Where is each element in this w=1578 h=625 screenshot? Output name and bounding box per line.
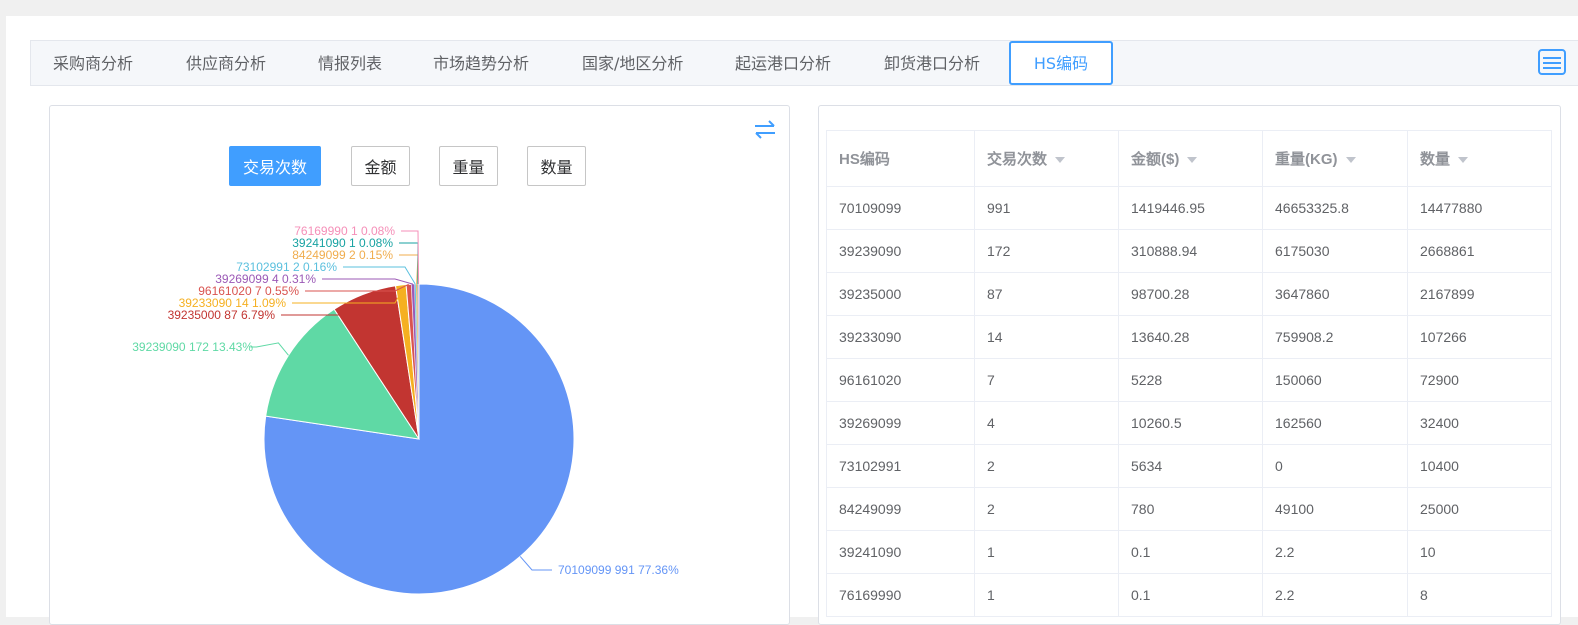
- cell-transactions: 14: [974, 315, 1119, 359]
- cell-amount: 5228: [1118, 358, 1263, 402]
- cell-amount: 98700.28: [1118, 272, 1263, 316]
- cell-amount: 10260.5: [1118, 401, 1263, 445]
- cell-weight: 0: [1262, 444, 1408, 488]
- cell-quantity: 107266: [1407, 315, 1552, 359]
- pie-label-39241090: 39241090 1 0.08%: [292, 236, 393, 250]
- tab-destination-port[interactable]: 卸货港口分析: [884, 41, 980, 86]
- sort-caret-icon[interactable]: [1458, 157, 1469, 164]
- cell-amount: 5634: [1118, 444, 1263, 488]
- cell-hs-code: 96161020: [826, 358, 975, 402]
- cell-hs-code: 73102991: [826, 444, 975, 488]
- cell-hs-code: 39235000: [826, 272, 975, 316]
- cell-amount: 0.1: [1118, 530, 1263, 574]
- cell-weight: 2.2: [1262, 530, 1408, 574]
- cell-transactions: 1: [974, 530, 1119, 574]
- cell-transactions: 2: [974, 487, 1119, 531]
- sort-caret-icon[interactable]: [1187, 157, 1198, 164]
- cell-weight: 6175030: [1262, 229, 1408, 273]
- hs-pie-chart: 70109099 991 77.36% 39239090 172 13.43% 39…: [132, 224, 679, 595]
- label-leader-line: [399, 242, 419, 285]
- cell-transactions: 4: [974, 401, 1119, 445]
- table-row[interactable]: 39269099 4 10260.5 162560 32400: [826, 401, 1552, 445]
- cell-hs-code: 84249099: [826, 487, 975, 531]
- menu-icon[interactable]: [1538, 49, 1566, 75]
- cell-quantity: 14477880: [1407, 186, 1552, 230]
- cell-weight: 46653325.8: [1262, 186, 1408, 230]
- table-row[interactable]: 76169990 1 0.1 2.2 8: [826, 573, 1552, 617]
- cell-hs-code: 39269099: [826, 401, 975, 445]
- column-header-amount[interactable]: 金额($): [1118, 130, 1263, 187]
- cell-weight: 2.2: [1262, 573, 1408, 617]
- table-row[interactable]: 84249099 2 780 49100 25000: [826, 487, 1552, 531]
- table-row[interactable]: 70109099 991 1419446.95 46653325.8 14477880: [826, 186, 1552, 230]
- table-row[interactable]: 73102991 2 5634 0 10400: [826, 444, 1552, 488]
- cell-amount: 0.1: [1118, 573, 1263, 617]
- cell-quantity: 32400: [1407, 401, 1552, 445]
- pie-label-39233090: 39233090 14 1.09%: [179, 296, 287, 310]
- table-row[interactable]: 39233090 14 13640.28 759908.2 107266: [826, 315, 1552, 359]
- sort-caret-icon[interactable]: [1055, 157, 1066, 164]
- label-leader-line: [401, 230, 420, 285]
- column-header-quantity[interactable]: 数量: [1407, 130, 1552, 187]
- cell-quantity: 72900: [1407, 358, 1552, 402]
- cell-transactions: 2: [974, 444, 1119, 488]
- cell-hs-code: 76169990: [826, 573, 975, 617]
- cell-weight: 49100: [1262, 487, 1408, 531]
- cell-weight: 3647860: [1262, 272, 1408, 316]
- cell-quantity: 8: [1407, 573, 1552, 617]
- hs-code-table: HS编码 交易次数 金额($) 重量(KG) 数量 70109099 991 141…: [826, 130, 1552, 617]
- table-row[interactable]: 39239090 172 310888.94 6175030 2668861: [826, 229, 1552, 273]
- pie-label-96161020: 96161020 7 0.55%: [198, 284, 299, 298]
- label-leader-line: [519, 556, 552, 571]
- label-leader-line: [322, 278, 414, 285]
- cell-amount: 13640.28: [1118, 315, 1263, 359]
- cell-transactions: 87: [974, 272, 1119, 316]
- cell-hs-code: 70109099: [826, 186, 975, 230]
- cell-weight: 162560: [1262, 401, 1408, 445]
- table-row[interactable]: 96161020 7 5228 150060 72900: [826, 358, 1552, 402]
- cell-transactions: 172: [974, 229, 1119, 273]
- pie-label-76169990: 76169990 1 0.08%: [294, 224, 395, 238]
- label-leader-line: [399, 254, 419, 285]
- pie-label-73102991: 73102991 2 0.16%: [236, 260, 337, 274]
- cell-hs-code: 39239090: [826, 229, 975, 273]
- cell-amount: 310888.94: [1118, 229, 1263, 273]
- cell-amount: 780: [1118, 487, 1263, 531]
- cell-quantity: 2167899: [1407, 272, 1552, 316]
- column-header-weight[interactable]: 重量(KG): [1262, 130, 1408, 187]
- cell-transactions: 7: [974, 358, 1119, 402]
- cell-weight: 150060: [1262, 358, 1408, 402]
- cell-quantity: 2668861: [1407, 229, 1552, 273]
- table-row[interactable]: 39241090 1 0.1 2.2 10: [826, 530, 1552, 574]
- cell-hs-code: 39241090: [826, 530, 975, 574]
- pie-label-39269099: 39269099 4 0.31%: [215, 272, 316, 286]
- cell-quantity: 10: [1407, 530, 1552, 574]
- cell-weight: 759908.2: [1262, 315, 1408, 359]
- sort-caret-icon[interactable]: [1345, 157, 1356, 164]
- table-row[interactable]: 39235000 87 98700.28 3647860 2167899: [826, 272, 1552, 316]
- cell-amount: 1419446.95: [1118, 186, 1263, 230]
- pie-label-39235000: 39235000 87 6.79%: [168, 308, 276, 322]
- pie-label-39239090: 39239090 172 13.43%: [132, 340, 253, 354]
- tab-hs-code[interactable]: HS编码: [1009, 41, 1113, 85]
- cell-quantity: 25000: [1407, 487, 1552, 531]
- table-header-row: HS编码 交易次数 金额($) 重量(KG) 数量: [826, 130, 1552, 187]
- cell-hs-code: 39233090: [826, 315, 975, 359]
- pie-label-84249099: 84249099 2 0.15%: [292, 248, 393, 262]
- cell-quantity: 10400: [1407, 444, 1552, 488]
- label-leader-line: [250, 342, 289, 356]
- column-header-transactions[interactable]: 交易次数: [974, 130, 1119, 187]
- cell-transactions: 991: [974, 186, 1119, 230]
- pie-label-70109099: 70109099 991 77.36%: [558, 563, 679, 577]
- column-header-hs-code: HS编码: [826, 130, 975, 187]
- cell-transactions: 1: [974, 573, 1119, 617]
